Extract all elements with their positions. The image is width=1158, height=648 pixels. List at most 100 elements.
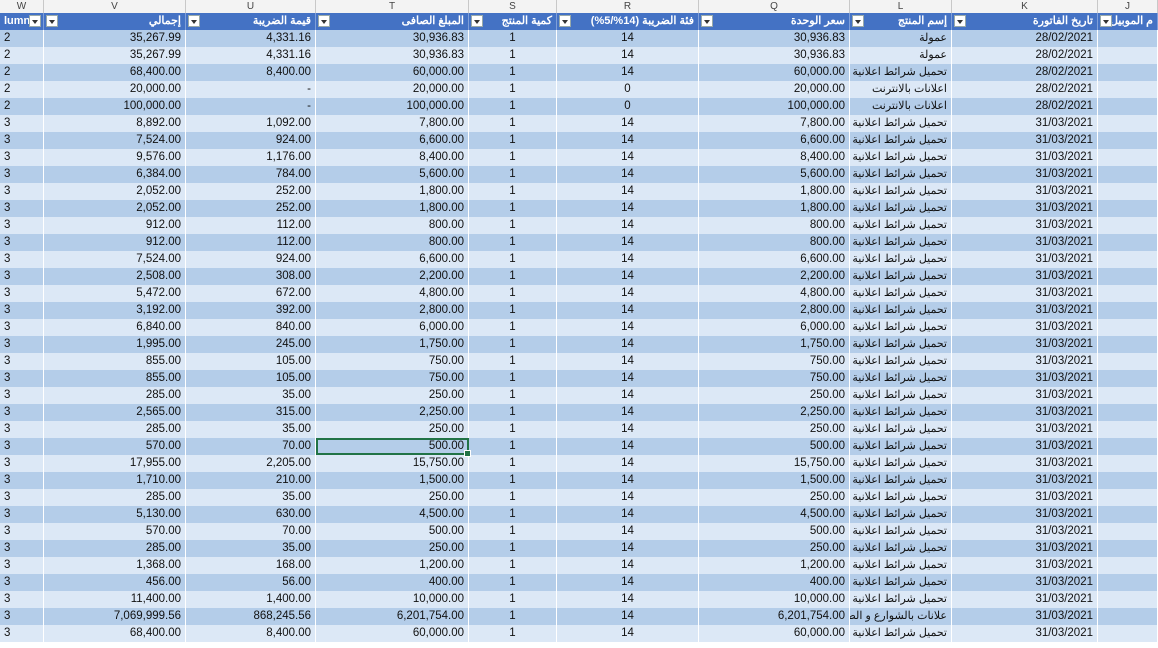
cell-t[interactable]: 6,201,754.00 (316, 608, 469, 625)
cell-j[interactable] (1098, 149, 1158, 166)
cell-w[interactable]: 3 (0, 625, 44, 642)
cell-r[interactable]: 14 (557, 506, 699, 523)
cell-s[interactable]: 1 (469, 115, 557, 132)
cell-j[interactable] (1098, 387, 1158, 404)
cell-s[interactable]: 1 (469, 285, 557, 302)
cell-u[interactable]: 35.00 (186, 387, 316, 404)
header-cell-t[interactable]: المبلغ الصافى (316, 13, 469, 30)
cell-r[interactable]: 14 (557, 115, 699, 132)
cell-l[interactable]: تحميل شرائط اعلانية (850, 404, 952, 421)
cell-j[interactable] (1098, 625, 1158, 642)
cell-k[interactable]: 31/03/2021 (952, 472, 1098, 489)
cell-l[interactable]: اعلانات بالانترنت (850, 81, 952, 98)
cell-r[interactable]: 14 (557, 302, 699, 319)
cell-r[interactable]: 14 (557, 574, 699, 591)
cell-w[interactable]: 3 (0, 455, 44, 472)
cell-j[interactable] (1098, 506, 1158, 523)
cell-j[interactable] (1098, 353, 1158, 370)
cell-j[interactable] (1098, 251, 1158, 268)
cell-s[interactable]: 1 (469, 217, 557, 234)
cell-u[interactable]: 70.00 (186, 438, 316, 455)
cell-l[interactable]: تحميل شرائط اعلانية (850, 336, 952, 353)
cell-l[interactable]: تحميل شرائط اعلانية (850, 523, 952, 540)
cell-r[interactable]: 14 (557, 523, 699, 540)
cell-t[interactable]: 1,500.00 (316, 472, 469, 489)
cell-l[interactable]: تحميل شرائط اعلانية (850, 302, 952, 319)
cell-s[interactable]: 1 (469, 421, 557, 438)
cell-s[interactable]: 1 (469, 183, 557, 200)
cell-q[interactable]: 30,936.83 (699, 47, 850, 64)
cell-q[interactable]: 30,936.83 (699, 30, 850, 47)
cell-q[interactable]: 4,500.00 (699, 506, 850, 523)
cell-t[interactable]: 60,000.00 (316, 64, 469, 81)
cell-v[interactable]: 570.00 (44, 523, 186, 540)
cell-s[interactable]: 1 (469, 540, 557, 557)
cell-j[interactable] (1098, 217, 1158, 234)
cell-r[interactable]: 14 (557, 387, 699, 404)
cell-v[interactable]: 570.00 (44, 438, 186, 455)
cell-j[interactable] (1098, 421, 1158, 438)
cell-k[interactable]: 31/03/2021 (952, 353, 1098, 370)
cell-t[interactable]: 4,500.00 (316, 506, 469, 523)
cell-j[interactable] (1098, 438, 1158, 455)
cell-v[interactable]: 285.00 (44, 540, 186, 557)
filter-dropdown-icon[interactable] (29, 15, 41, 27)
column-letter-v[interactable]: V (44, 0, 186, 13)
cell-j[interactable] (1098, 234, 1158, 251)
cell-l[interactable]: تحميل شرائط اعلانية (850, 455, 952, 472)
cell-l[interactable]: علانات بالشوارع و الطرق (850, 608, 952, 625)
cell-s[interactable]: 1 (469, 132, 557, 149)
cell-q[interactable]: 10,000.00 (699, 591, 850, 608)
cell-t[interactable]: 6,600.00 (316, 251, 469, 268)
cell-w[interactable]: 3 (0, 234, 44, 251)
cell-k[interactable]: 31/03/2021 (952, 302, 1098, 319)
cell-q[interactable]: 2,800.00 (699, 302, 850, 319)
cell-t[interactable]: 800.00 (316, 234, 469, 251)
cell-r[interactable]: 14 (557, 421, 699, 438)
cell-k[interactable]: 31/03/2021 (952, 285, 1098, 302)
cell-k[interactable]: 31/03/2021 (952, 574, 1098, 591)
cell-u[interactable]: 35.00 (186, 421, 316, 438)
cell-w[interactable]: 3 (0, 472, 44, 489)
cell-w[interactable]: 3 (0, 183, 44, 200)
cell-v[interactable]: 35,267.99 (44, 30, 186, 47)
cell-q[interactable]: 15,750.00 (699, 455, 850, 472)
cell-j[interactable] (1098, 285, 1158, 302)
cell-w[interactable]: 3 (0, 438, 44, 455)
cell-j[interactable] (1098, 183, 1158, 200)
cell-r[interactable]: 14 (557, 132, 699, 149)
cell-r[interactable]: 14 (557, 625, 699, 642)
cell-j[interactable] (1098, 557, 1158, 574)
cell-r[interactable]: 14 (557, 540, 699, 557)
cell-l[interactable]: تحميل شرائط اعلانية (850, 200, 952, 217)
column-letter-j[interactable]: J (1098, 0, 1158, 13)
cell-v[interactable]: 1,368.00 (44, 557, 186, 574)
cell-v[interactable]: 7,069,999.56 (44, 608, 186, 625)
cell-l[interactable]: تحميل شرائط اعلانية (850, 183, 952, 200)
cell-t[interactable]: 8,400.00 (316, 149, 469, 166)
cell-q[interactable]: 1,200.00 (699, 557, 850, 574)
cell-r[interactable]: 14 (557, 591, 699, 608)
cell-k[interactable]: 31/03/2021 (952, 489, 1098, 506)
cell-r[interactable]: 14 (557, 30, 699, 47)
cell-l[interactable]: تحميل شرائط اعلانية (850, 472, 952, 489)
cell-w[interactable]: 3 (0, 200, 44, 217)
cell-k[interactable]: 31/03/2021 (952, 591, 1098, 608)
cell-t[interactable]: 2,800.00 (316, 302, 469, 319)
cell-u[interactable]: 252.00 (186, 200, 316, 217)
header-cell-k[interactable]: تاريخ الفاتورة (952, 13, 1098, 30)
cell-u[interactable]: 112.00 (186, 217, 316, 234)
cell-k[interactable]: 31/03/2021 (952, 336, 1098, 353)
cell-q[interactable]: 800.00 (699, 217, 850, 234)
cell-v[interactable]: 20,000.00 (44, 81, 186, 98)
cell-v[interactable]: 35,267.99 (44, 47, 186, 64)
column-letter-u[interactable]: U (186, 0, 316, 13)
cell-v[interactable]: 9,576.00 (44, 149, 186, 166)
cell-q[interactable]: 2,200.00 (699, 268, 850, 285)
cell-t[interactable]: 20,000.00 (316, 81, 469, 98)
cell-s[interactable]: 1 (469, 319, 557, 336)
cell-k[interactable]: 31/03/2021 (952, 421, 1098, 438)
cell-k[interactable]: 28/02/2021 (952, 47, 1098, 64)
cell-s[interactable]: 1 (469, 268, 557, 285)
filter-dropdown-icon[interactable] (559, 15, 571, 27)
